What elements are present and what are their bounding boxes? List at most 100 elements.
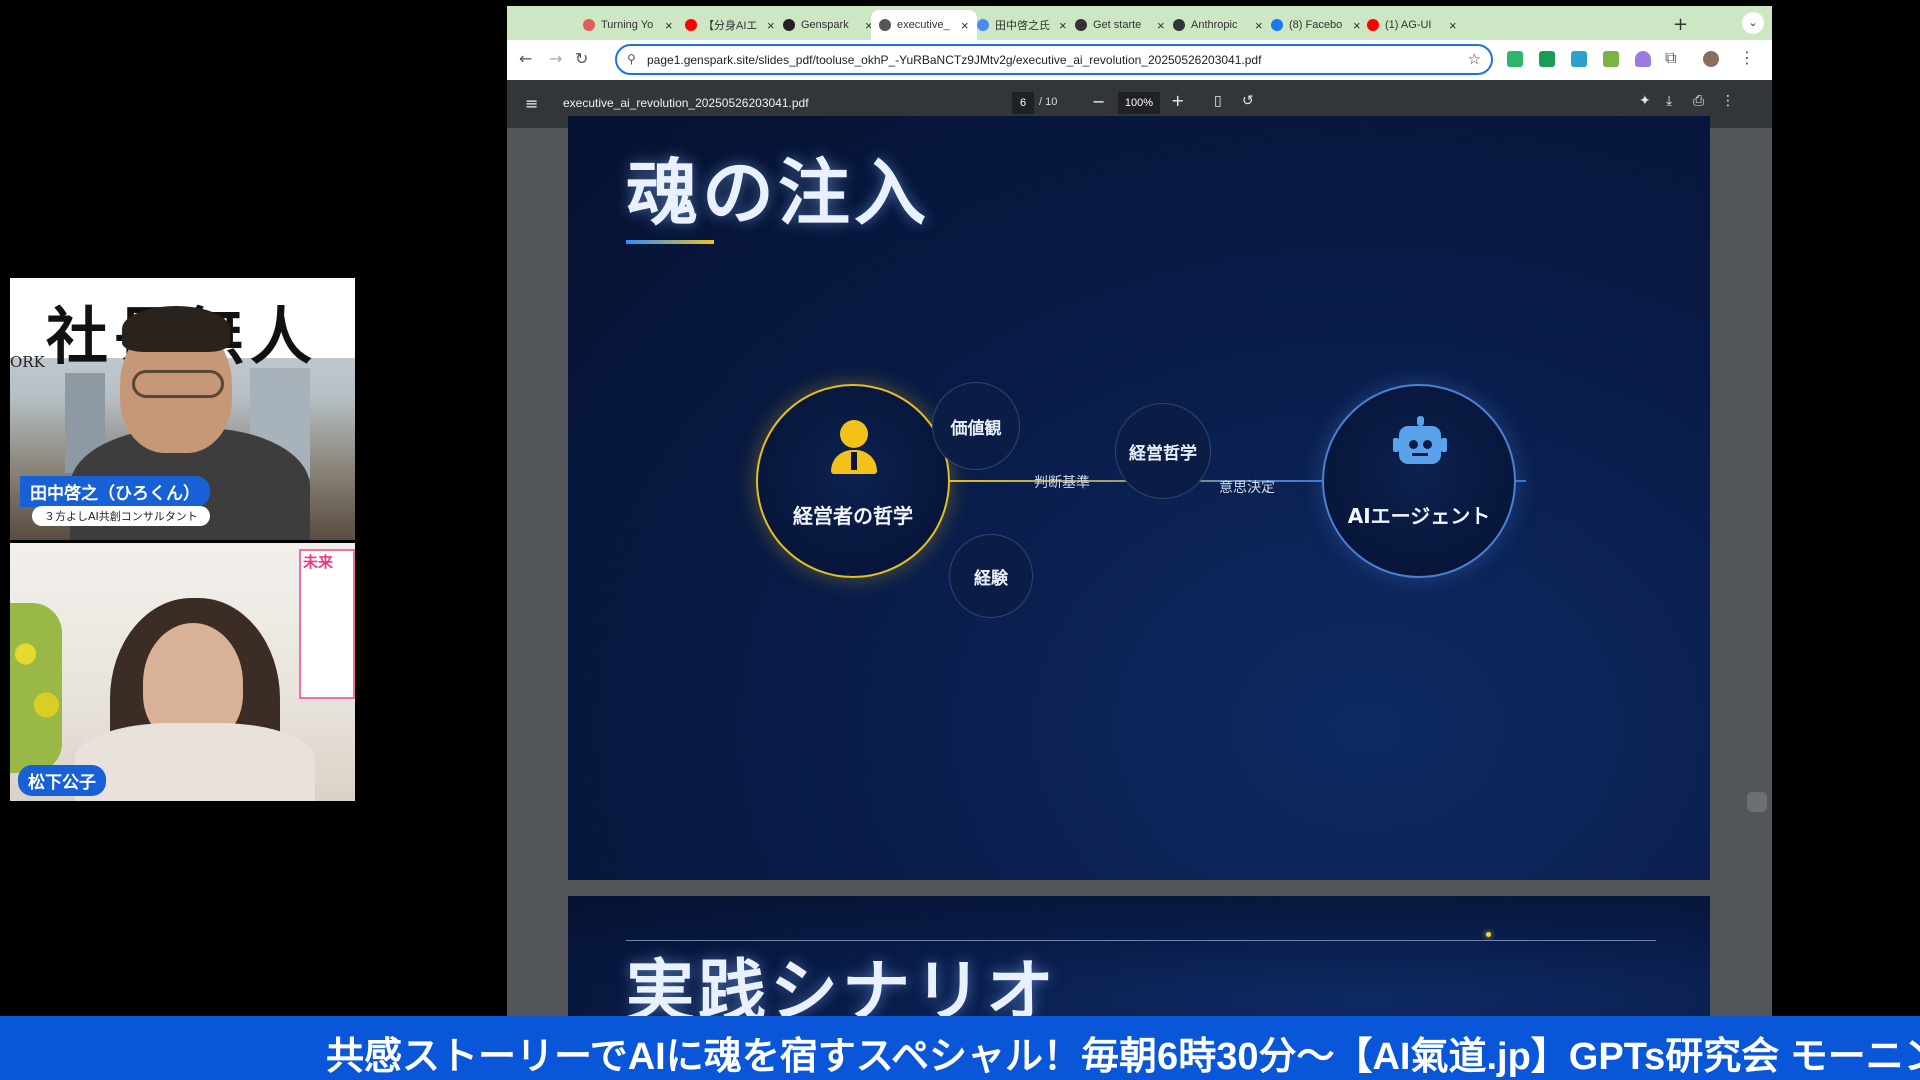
page-total: / 10 [1039, 96, 1058, 108]
browser-menu-icon[interactable]: ⋮ [1739, 48, 1755, 67]
browser-tab[interactable]: 田中啓之氏 × [969, 10, 1075, 40]
slide-title: 魂の注入 [626, 151, 931, 235]
tab-title: Genspark [801, 19, 849, 31]
extension-k-icon[interactable] [1507, 51, 1523, 67]
stream-stage: 社長無人 ORK 田中啓之（ひろくん） ３方よしAI共創コンサルタント 未来 松… [0, 0, 1920, 1080]
value-bubble: 価値観 [932, 382, 1020, 470]
glasses [132, 370, 224, 398]
address-url: page1.genspark.site/slides_pdf/tooluse_o… [647, 53, 1262, 67]
tab-close-icon[interactable]: × [767, 18, 775, 33]
zoom-level-input[interactable]: 100% [1118, 92, 1160, 114]
participant-video-2: 未来 松下公子 [10, 543, 355, 801]
ai-agent-node [1322, 384, 1516, 578]
participant-subtitle: ３方よしAI共創コンサルタント [32, 506, 210, 526]
browser-tab[interactable]: Turning Yo × [575, 10, 681, 40]
tab-strip: Turning Yo × 【分身AIエ × Genspark × executive_ × 田中… [507, 6, 1772, 40]
forward-icon[interactable]: → [549, 49, 562, 68]
decorative-spark [1486, 932, 1491, 937]
connector-line [1516, 480, 1526, 482]
tab-close-icon[interactable]: × [1255, 18, 1263, 33]
extensions-puzzle-icon[interactable]: ⧉ [1665, 48, 1676, 68]
browser-tab[interactable]: executive_ × [871, 10, 977, 40]
browser-tab[interactable]: (1) AG-UI × [1359, 10, 1465, 40]
download-icon[interactable]: ⤓ [1666, 93, 1672, 109]
tab-title: 田中啓之氏 [995, 20, 1050, 32]
source-label: 経営者の哲学 [793, 504, 913, 528]
extension-camera-icon[interactable] [1571, 51, 1587, 67]
extension-purple-icon[interactable] [1635, 51, 1651, 67]
background-book: 未来 [299, 549, 355, 699]
title-underline [626, 240, 714, 244]
youtube-icon [1367, 19, 1379, 31]
facebook-icon [1271, 19, 1283, 31]
participant-hair [122, 306, 230, 352]
viewer-floating-button[interactable] [1747, 792, 1767, 812]
broadcast-ticker: 共感ストーリーでAIに魂を宿すスペシャル！毎朝6時30分～【AI氣道.jp】GP… [0, 1016, 1920, 1080]
tab-close-icon[interactable]: × [961, 18, 969, 33]
bookmark-star-icon[interactable]: ☆ [1468, 50, 1481, 68]
participant-name-tag: 松下公子 [18, 765, 106, 796]
browser-toolbar: ← → ↻ ⚲ page1.genspark.site/slides_pdf/t… [507, 40, 1772, 80]
participant-body [75, 723, 315, 801]
tab-close-icon[interactable]: × [665, 18, 673, 33]
google-icon [583, 19, 595, 31]
ticker-text: 共感ストーリーでAIに魂を宿すスペシャル！毎朝6時30分～【AI氣道.jp】GP… [326, 1036, 1920, 1078]
browser-tab[interactable]: (8) Facebo × [1263, 10, 1369, 40]
pdf-more-icon[interactable]: ⋮ [1721, 93, 1735, 109]
print-icon[interactable]: ⎙ [1693, 93, 1704, 109]
background-book-title: 未来 [303, 553, 334, 571]
browser-tab[interactable]: 【分身AIエ × [677, 10, 783, 40]
experience-bubble: 経験 [949, 534, 1033, 618]
globe-icon [879, 19, 891, 31]
site-info-icon[interactable]: ⚲ [627, 52, 636, 66]
anthropic-icon [1173, 19, 1185, 31]
tab-title: executive_ [897, 19, 950, 31]
extension-puzzle-green-icon[interactable] [1603, 51, 1619, 67]
browser-tab[interactable]: Anthropic × [1165, 10, 1271, 40]
tab-title: (1) AG-UI [1385, 19, 1432, 31]
annotate-sparkle-icon[interactable]: ✦ [1639, 93, 1651, 109]
philosophy-bubble: 経営哲学 [1115, 403, 1211, 499]
background-book-side: ORK [10, 353, 45, 371]
tab-title: 【分身AIエ [703, 20, 758, 32]
new-tab-button[interactable]: + [1673, 14, 1688, 35]
tab-title: Turning Yo [601, 19, 654, 31]
anthropic-icon [1075, 19, 1087, 31]
pdf-filename: executive_ai_revolution_20250526203041.p… [563, 96, 809, 110]
executive-philosophy-node [756, 384, 950, 578]
flow-label-judgment: 判断基準 [1034, 475, 1090, 491]
rotate-icon[interactable]: ↺ [1242, 93, 1254, 109]
browser-tab[interactable]: Get starte × [1067, 10, 1173, 40]
page-number-input[interactable]: 6 [1012, 92, 1034, 114]
person-icon [831, 420, 877, 476]
tab-title: (8) Facebo [1289, 19, 1343, 31]
youtube-icon [685, 19, 697, 31]
tab-title: Anthropic [1191, 19, 1238, 31]
browser-window: Turning Yo × 【分身AIエ × Genspark × executive_ × 田中… [507, 6, 1772, 1016]
pdf-sidebar-menu-icon[interactable]: ≡ [525, 94, 538, 113]
tab-close-icon[interactable]: × [1449, 18, 1457, 33]
tab-close-icon[interactable]: × [1059, 18, 1067, 33]
back-icon[interactable]: ← [519, 49, 532, 68]
profile-avatar[interactable] [1703, 51, 1719, 67]
reload-icon[interactable]: ↻ [575, 49, 588, 68]
slide-page-6: 魂の注入 経営者の哲学 AIエージェント 価値観 経営哲学 経験 判断基準 意思… [568, 116, 1710, 880]
slide-title: 実践シナリオ [626, 953, 1059, 1016]
participant-name-tag: 田中啓之（ひろくん） [20, 476, 210, 507]
gemini-icon [977, 19, 989, 31]
slide-page-7: 実践シナリオ [568, 896, 1710, 1016]
address-bar[interactable]: ⚲ page1.genspark.site/slides_pdf/tooluse… [615, 44, 1493, 75]
participant-video-1: 社長無人 ORK 田中啓之（ひろくん） ３方よしAI共創コンサルタント [10, 278, 355, 540]
browser-tab[interactable]: Genspark × [775, 10, 881, 40]
tab-search-icon[interactable]: ⌄ [1742, 12, 1764, 34]
extension-doc-icon[interactable] [1539, 51, 1555, 67]
target-label: AIエージェント [1347, 504, 1491, 528]
fit-page-icon[interactable]: ▯ [1214, 93, 1222, 109]
zoom-out-icon[interactable]: − [1092, 92, 1105, 111]
tab-close-icon[interactable]: × [1157, 18, 1165, 33]
robot-icon [1393, 416, 1447, 472]
background-flowers [10, 603, 62, 773]
pdf-viewport[interactable]: 魂の注入 経営者の哲学 AIエージェント 価値観 経営哲学 経験 判断基準 意思… [507, 116, 1772, 1016]
tab-title: Get starte [1093, 19, 1142, 31]
zoom-in-icon[interactable]: + [1171, 91, 1184, 110]
